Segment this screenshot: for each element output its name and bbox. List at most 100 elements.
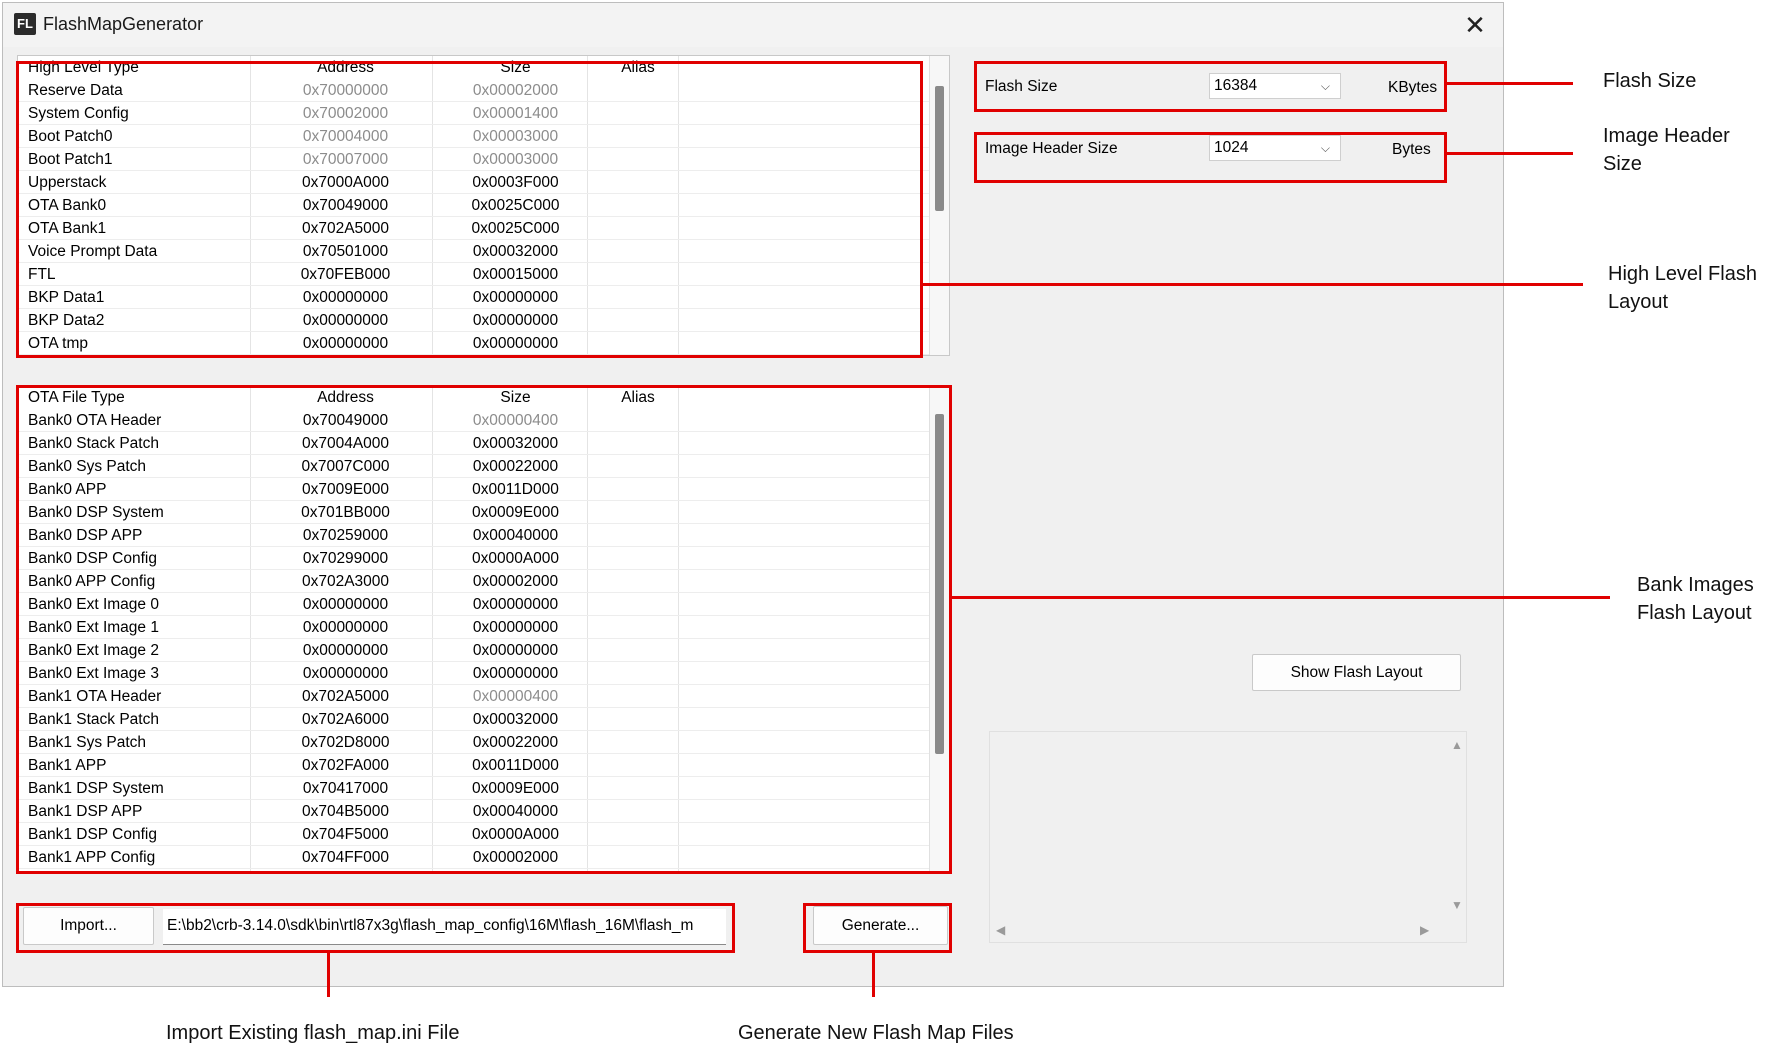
row-type: Bank0 DSP System [28,504,164,521]
annotation-line-bank-images [952,596,1610,599]
table-row[interactable]: Bank1 DSP Config 0x704F5000 0x0000A000 [18,823,949,846]
row-size: 0x00032000 [472,711,559,728]
row-address: 0x702FA000 [301,757,390,774]
row-size: 0x00003000 [472,151,559,168]
table-row[interactable]: OTA Bank0 0x70049000 0x0025C000 [18,194,949,217]
table-row[interactable]: Bank0 APP 0x7009E000 0x0011D000 [18,478,949,501]
table-row[interactable]: Bank0 DSP System 0x701BB000 0x0009E000 [18,501,949,524]
row-address: 0x702A6000 [301,711,390,728]
scroll-left-icon[interactable]: ◀ [996,923,1005,937]
table-row[interactable]: Bank0 Ext Image 0 0x00000000 0x00000000 [18,593,949,616]
row-type: Bank0 APP Config [28,573,156,590]
table-row[interactable]: Boot Patch0 0x70004000 0x00003000 [18,125,949,148]
row-type: Bank1 DSP Config [28,826,157,843]
ota-file-list[interactable]: OTA File Type Address Size Alias Bank0 O… [17,385,950,872]
table-row[interactable]: Reserve Data 0x70000000 0x00002000 [18,79,949,102]
row-type: Boot Patch0 [28,128,113,145]
scroll-down-icon[interactable]: ▼ [1451,898,1463,912]
table-row[interactable]: Boot Patch1 0x70007000 0x00003000 [18,148,949,171]
row-type: Upperstack [28,174,107,191]
scroll-thumb[interactable] [935,86,944,211]
row-address: 0x00000000 [302,642,389,659]
table-row[interactable]: Bank1 Stack Patch 0x702A6000 0x00032000 [18,708,949,731]
table-row[interactable]: Bank1 Sys Patch 0x702D8000 0x00022000 [18,731,949,754]
row-type: Bank0 DSP Config [28,550,157,567]
row-type: BKP Data1 [28,289,105,306]
window-title: FlashMapGenerator [43,14,204,34]
row-size: 0x00022000 [472,458,559,475]
table-row[interactable]: Bank1 OTA Header 0x702A5000 0x00000400 [18,685,949,708]
table-row[interactable]: BKP Data2 0x00000000 0x00000000 [18,309,949,332]
column-header-address[interactable]: Address [253,56,438,79]
table-row[interactable]: Bank1 DSP System 0x70417000 0x0009E000 [18,777,949,800]
generate-button[interactable]: Generate... [813,906,948,945]
table-row[interactable]: Bank0 Ext Image 3 0x00000000 0x00000000 [18,662,949,685]
image-header-size-select[interactable]: 1024 ⌵ [1209,135,1341,161]
row-size: 0x0011D000 [472,481,559,498]
table-row[interactable]: Bank0 Ext Image 2 0x00000000 0x00000000 [18,639,949,662]
table-row[interactable]: Bank0 Ext Image 1 0x00000000 0x00000000 [18,616,949,639]
column-header-alias[interactable]: Alias [593,56,683,79]
column-header-type[interactable]: OTA File Type [28,386,125,409]
row-address: 0x70004000 [302,128,389,145]
row-address: 0x7009E000 [301,481,390,498]
import-path-field[interactable]: E:\bb2\crb-3.14.0\sdk\bin\rtl87x3g\flash… [163,909,726,945]
title-bar: FL FlashMapGenerator ✕ [3,3,1503,47]
output-vertical-scrollbar[interactable]: ▲ ▼ [1446,732,1466,922]
row-size: 0x00032000 [472,243,559,260]
table-row[interactable]: Bank0 Sys Patch 0x7007C000 0x00022000 [18,455,949,478]
table-row[interactable]: Bank0 DSP Config 0x70299000 0x0000A000 [18,547,949,570]
table-row[interactable]: System Config 0x70002000 0x00001400 [18,102,949,125]
flash-layout-output-panel[interactable]: ▲ ▼ ◀ ▶ [989,731,1467,943]
table-row[interactable]: Bank0 APP Config 0x702A3000 0x00002000 [18,570,949,593]
scroll-up-icon[interactable]: ▲ [1451,738,1463,752]
output-horizontal-scrollbar[interactable]: ◀ ▶ [990,920,1448,942]
table-row[interactable]: Voice Prompt Data 0x70501000 0x00032000 [18,240,949,263]
table-row[interactable]: OTA tmp 0x00000000 0x00000000 [18,332,949,355]
high-level-scrollbar[interactable] [929,56,949,355]
annotation-line-header-size [1447,152,1573,155]
table-row[interactable]: Bank0 OTA Header 0x70049000 0x00000400 [18,409,949,432]
table-row[interactable]: Bank0 DSP APP 0x70259000 0x00040000 [18,524,949,547]
annotation-line-high-level [923,283,1583,286]
row-size: 0x00002000 [472,849,559,866]
chevron-down-icon: ⌵ [1320,79,1330,93]
row-type: BKP Data2 [28,312,105,329]
flash-map-generator-window: FL FlashMapGenerator ✕ High Level Type A… [2,2,1504,987]
column-header-address[interactable]: Address [253,386,438,409]
table-row[interactable]: Bank1 DSP APP 0x704B5000 0x00040000 [18,800,949,823]
table-row[interactable]: Bank1 APP Config 0x704FF000 0x00002000 [18,846,949,869]
row-address: 0x00000000 [302,289,389,306]
flash-size-select[interactable]: 16384 ⌵ [1209,73,1341,99]
row-size: 0x00000000 [472,312,559,329]
flash-size-value: 16384 [1214,77,1258,94]
row-address: 0x70299000 [302,550,389,567]
row-size: 0x0025C000 [471,197,560,214]
scroll-thumb[interactable] [935,414,944,754]
table-row[interactable]: OTA Bank1 0x702A5000 0x0025C000 [18,217,949,240]
table-row[interactable]: BKP Data1 0x00000000 0x00000000 [18,286,949,309]
row-address: 0x70FEB000 [300,266,391,283]
column-header-size[interactable]: Size [438,386,593,409]
close-icon[interactable]: ✕ [1455,7,1495,43]
table-row[interactable]: Bank1 APP 0x702FA000 0x0011D000 [18,754,949,777]
show-flash-layout-button[interactable]: Show Flash Layout [1252,654,1461,691]
annotation-import-caption: Import Existing flash_map.ini File [166,1022,460,1044]
column-header-size[interactable]: Size [438,56,593,79]
table-row[interactable]: Upperstack 0x7000A000 0x0003F000 [18,171,949,194]
high-level-list[interactable]: High Level Type Address Size Alias Reser… [17,55,950,356]
row-type: Bank1 DSP APP [28,803,143,820]
row-type: Bank0 Ext Image 0 [28,596,159,613]
column-header-type[interactable]: High Level Type [28,56,139,79]
row-size: 0x00000000 [472,665,559,682]
import-button[interactable]: Import... [23,907,154,945]
row-address: 0x702D8000 [301,734,390,751]
table-row[interactable]: FTL 0x70FEB000 0x00015000 [18,263,949,286]
row-address: 0x701BB000 [301,504,390,521]
scroll-right-icon[interactable]: ▶ [1420,923,1429,937]
table-row[interactable]: Bank0 Stack Patch 0x7004A000 0x00032000 [18,432,949,455]
image-header-size-value: 1024 [1214,139,1249,156]
row-address: 0x70417000 [302,780,389,797]
column-header-alias[interactable]: Alias [593,386,683,409]
ota-list-scrollbar[interactable] [929,386,949,871]
